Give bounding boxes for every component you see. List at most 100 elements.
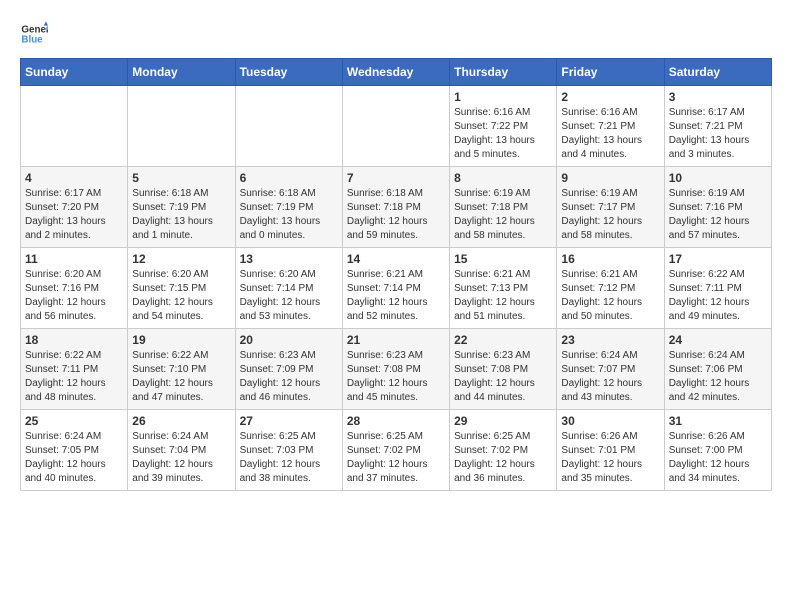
calendar-cell: 26 Sunrise: 6:24 AM Sunset: 7:04 PM Dayli… (128, 410, 235, 491)
calendar-cell: 18 Sunrise: 6:22 AM Sunset: 7:11 PM Dayli… (21, 329, 128, 410)
calendar-cell: 23 Sunrise: 6:24 AM Sunset: 7:07 PM Dayli… (557, 329, 664, 410)
calendar-cell: 24 Sunrise: 6:24 AM Sunset: 7:06 PM Dayli… (664, 329, 771, 410)
day-number: 22 (454, 333, 552, 347)
calendar-cell: 17Sunrise: 6:22 AM Sunset: 7:11 PM Dayli… (664, 248, 771, 329)
day-info: Sunrise: 6:25 AM Sunset: 7:02 PM Dayligh… (347, 430, 445, 486)
day-info: Sunrise: 6:24 AM Sunset: 7:07 PM Dayligh… (561, 349, 659, 405)
calendar-cell: 27 Sunrise: 6:25 AM Sunset: 7:03 PM Dayli… (235, 410, 342, 491)
day-number: 1 (454, 90, 552, 104)
day-number: 2 (561, 90, 659, 104)
calendar-cell: 30 Sunrise: 6:26 AM Sunset: 7:01 PM Dayli… (557, 410, 664, 491)
day-info: Sunrise: 6:26 AM Sunset: 7:01 PM Dayligh… (561, 430, 659, 486)
day-number: 15 (454, 252, 552, 266)
header-day-thursday: Thursday (450, 59, 557, 86)
calendar-cell: 12 Sunrise: 6:20 AM Sunset: 7:15 PM Dayli… (128, 248, 235, 329)
day-info: Sunrise: 6:18 AM Sunset: 7:19 PM Dayligh… (132, 187, 230, 243)
day-info: Sunrise: 6:26 AM Sunset: 7:00 PM Dayligh… (669, 430, 767, 486)
day-number: 23 (561, 333, 659, 347)
logo: General Blue (20, 20, 48, 48)
calendar-cell (235, 86, 342, 167)
calendar-cell: 21 Sunrise: 6:23 AM Sunset: 7:08 PM Dayli… (342, 329, 449, 410)
day-number: 24 (669, 333, 767, 347)
day-number: 21 (347, 333, 445, 347)
day-info: Sunrise: 6:23 AM Sunset: 7:08 PM Dayligh… (454, 349, 552, 405)
day-number: 27 (240, 414, 338, 428)
day-info: Sunrise: 6:19 AM Sunset: 7:16 PM Dayligh… (669, 187, 767, 243)
day-info: Sunrise: 6:20 AM Sunset: 7:14 PM Dayligh… (240, 268, 338, 324)
header-row: SundayMondayTuesdayWednesdayThursdayFrid… (21, 59, 772, 86)
calendar-cell: 3Sunrise: 6:17 AM Sunset: 7:21 PM Daylig… (664, 86, 771, 167)
day-info: Sunrise: 6:21 AM Sunset: 7:13 PM Dayligh… (454, 268, 552, 324)
day-number: 5 (132, 171, 230, 185)
day-number: 11 (25, 252, 123, 266)
day-number: 28 (347, 414, 445, 428)
calendar-cell: 8Sunrise: 6:19 AM Sunset: 7:18 PM Daylig… (450, 167, 557, 248)
day-info: Sunrise: 6:17 AM Sunset: 7:20 PM Dayligh… (25, 187, 123, 243)
header-day-saturday: Saturday (664, 59, 771, 86)
day-number: 20 (240, 333, 338, 347)
day-number: 6 (240, 171, 338, 185)
day-number: 14 (347, 252, 445, 266)
calendar-cell: 19 Sunrise: 6:22 AM Sunset: 7:10 PM Dayli… (128, 329, 235, 410)
day-number: 13 (240, 252, 338, 266)
day-number: 4 (25, 171, 123, 185)
calendar-cell: 10 Sunrise: 6:19 AM Sunset: 7:16 PM Dayli… (664, 167, 771, 248)
day-info: Sunrise: 6:25 AM Sunset: 7:02 PM Dayligh… (454, 430, 552, 486)
calendar-cell: 2Sunrise: 6:16 AM Sunset: 7:21 PM Daylig… (557, 86, 664, 167)
day-info: Sunrise: 6:25 AM Sunset: 7:03 PM Dayligh… (240, 430, 338, 486)
day-info: Sunrise: 6:19 AM Sunset: 7:17 PM Dayligh… (561, 187, 659, 243)
week-row-3: 11 Sunrise: 6:20 AM Sunset: 7:16 PM Dayli… (21, 248, 772, 329)
header-day-monday: Monday (128, 59, 235, 86)
day-info: Sunrise: 6:23 AM Sunset: 7:08 PM Dayligh… (347, 349, 445, 405)
header-day-wednesday: Wednesday (342, 59, 449, 86)
day-info: Sunrise: 6:16 AM Sunset: 7:22 PM Dayligh… (454, 106, 552, 162)
day-info: Sunrise: 6:22 AM Sunset: 7:11 PM Dayligh… (25, 349, 123, 405)
svg-text:Blue: Blue (21, 34, 43, 45)
calendar-cell (21, 86, 128, 167)
calendar-cell: 13 Sunrise: 6:20 AM Sunset: 7:14 PM Dayli… (235, 248, 342, 329)
page-header: General Blue (20, 20, 772, 48)
week-row-5: 25 Sunrise: 6:24 AM Sunset: 7:05 PM Dayli… (21, 410, 772, 491)
calendar-cell (128, 86, 235, 167)
calendar-cell: 29Sunrise: 6:25 AM Sunset: 7:02 PM Dayli… (450, 410, 557, 491)
week-row-1: 1 Sunrise: 6:16 AM Sunset: 7:22 PM Daylig… (21, 86, 772, 167)
calendar-cell: 5 Sunrise: 6:18 AM Sunset: 7:19 PM Daylig… (128, 167, 235, 248)
day-number: 18 (25, 333, 123, 347)
calendar-cell: 11 Sunrise: 6:20 AM Sunset: 7:16 PM Dayli… (21, 248, 128, 329)
day-number: 9 (561, 171, 659, 185)
day-number: 16 (561, 252, 659, 266)
day-number: 8 (454, 171, 552, 185)
week-row-4: 18 Sunrise: 6:22 AM Sunset: 7:11 PM Dayli… (21, 329, 772, 410)
calendar-cell: 15 Sunrise: 6:21 AM Sunset: 7:13 PM Dayli… (450, 248, 557, 329)
day-info: Sunrise: 6:24 AM Sunset: 7:05 PM Dayligh… (25, 430, 123, 486)
day-number: 10 (669, 171, 767, 185)
calendar-cell: 1 Sunrise: 6:16 AM Sunset: 7:22 PM Daylig… (450, 86, 557, 167)
calendar-cell: 22 Sunrise: 6:23 AM Sunset: 7:08 PM Dayli… (450, 329, 557, 410)
week-row-2: 4 Sunrise: 6:17 AM Sunset: 7:20 PM Daylig… (21, 167, 772, 248)
day-info: Sunrise: 6:24 AM Sunset: 7:04 PM Dayligh… (132, 430, 230, 486)
header-day-sunday: Sunday (21, 59, 128, 86)
day-number: 31 (669, 414, 767, 428)
calendar-cell: 7Sunrise: 6:18 AM Sunset: 7:18 PM Daylig… (342, 167, 449, 248)
day-info: Sunrise: 6:24 AM Sunset: 7:06 PM Dayligh… (669, 349, 767, 405)
header-day-friday: Friday (557, 59, 664, 86)
calendar-table: SundayMondayTuesdayWednesdayThursdayFrid… (20, 58, 772, 491)
day-info: Sunrise: 6:20 AM Sunset: 7:16 PM Dayligh… (25, 268, 123, 324)
day-info: Sunrise: 6:20 AM Sunset: 7:15 PM Dayligh… (132, 268, 230, 324)
calendar-cell (342, 86, 449, 167)
day-number: 19 (132, 333, 230, 347)
day-number: 30 (561, 414, 659, 428)
calendar-cell: 9 Sunrise: 6:19 AM Sunset: 7:17 PM Daylig… (557, 167, 664, 248)
calendar-cell: 6Sunrise: 6:18 AM Sunset: 7:19 PM Daylig… (235, 167, 342, 248)
day-info: Sunrise: 6:22 AM Sunset: 7:10 PM Dayligh… (132, 349, 230, 405)
calendar-cell: 4 Sunrise: 6:17 AM Sunset: 7:20 PM Daylig… (21, 167, 128, 248)
day-info: Sunrise: 6:22 AM Sunset: 7:11 PM Dayligh… (669, 268, 767, 324)
calendar-cell: 16Sunrise: 6:21 AM Sunset: 7:12 PM Dayli… (557, 248, 664, 329)
day-info: Sunrise: 6:21 AM Sunset: 7:14 PM Dayligh… (347, 268, 445, 324)
day-number: 26 (132, 414, 230, 428)
day-info: Sunrise: 6:18 AM Sunset: 7:18 PM Dayligh… (347, 187, 445, 243)
calendar-cell: 31 Sunrise: 6:26 AM Sunset: 7:00 PM Dayli… (664, 410, 771, 491)
day-number: 25 (25, 414, 123, 428)
calendar-cell: 14 Sunrise: 6:21 AM Sunset: 7:14 PM Dayli… (342, 248, 449, 329)
day-number: 12 (132, 252, 230, 266)
